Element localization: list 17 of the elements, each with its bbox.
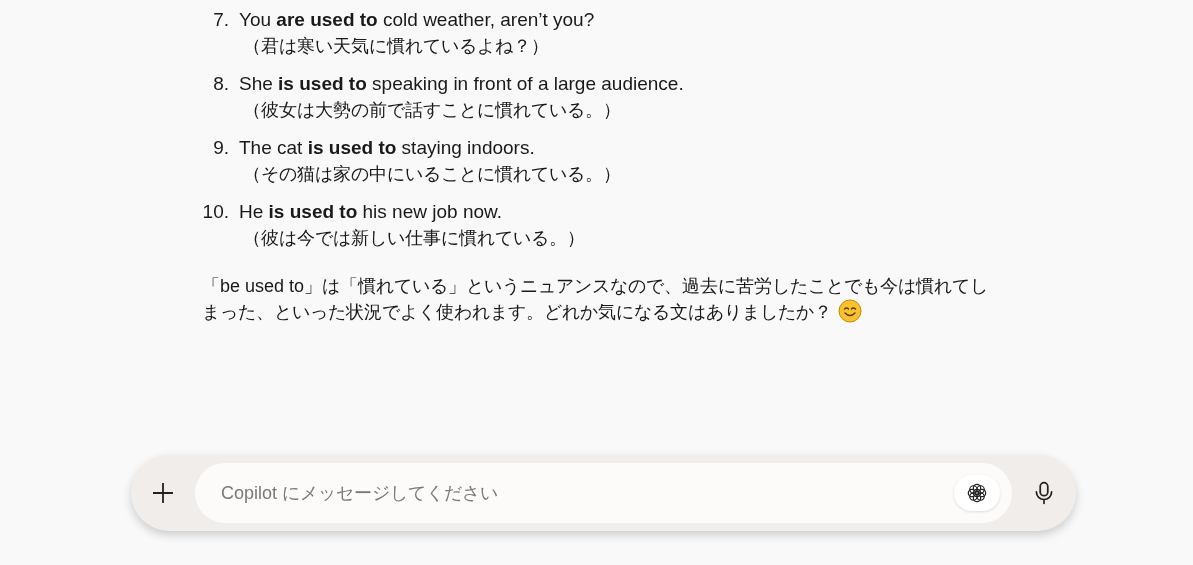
list-number: 9. bbox=[212, 136, 229, 160]
example-sentence: He is used to his new job now. bbox=[239, 200, 503, 224]
translation-text: （彼女は大勢の前で話すことに慣れている。） bbox=[242, 99, 622, 122]
example-sentence: She is used to speaking in front of a large audience. bbox=[239, 72, 684, 96]
example-sentence: The cat is used to staying indoors. bbox=[239, 136, 536, 160]
smiling-face-icon bbox=[838, 299, 862, 323]
closing-paragraph: 「be used to」は「慣れている」というニュアンスなので、過去に苦労したことでも今は慣れてしまった、といった状況でよく使われます。どれか気になる文はありましたか？ bbox=[202, 275, 990, 325]
list-number: 7. bbox=[212, 8, 229, 32]
list-number: 8. bbox=[212, 72, 229, 96]
plus-icon bbox=[151, 481, 175, 505]
translation-text: （君は寒い天気に慣れているよね？） bbox=[242, 35, 550, 58]
message-input-field[interactable]: Copilot にメッセージしてください bbox=[195, 463, 1012, 523]
translation-text: （彼は今では新しい仕事に慣れている。） bbox=[242, 227, 585, 250]
list-number: 10. bbox=[202, 200, 229, 224]
flower-icon bbox=[966, 482, 988, 504]
example-sentence: You are used to cold weather, aren’t you? bbox=[239, 8, 595, 32]
translation-text: （その猫は家の中にいることに慣れている。） bbox=[242, 163, 621, 186]
